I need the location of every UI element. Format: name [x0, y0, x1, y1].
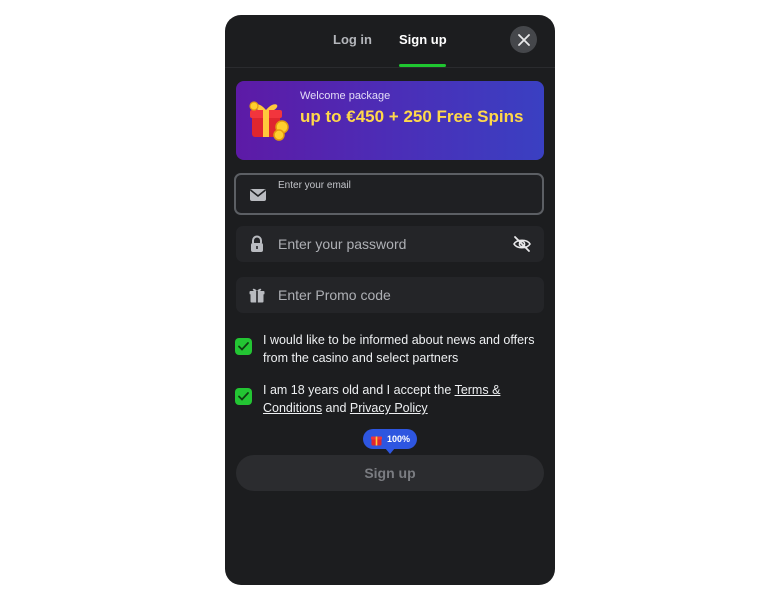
and-text: and: [322, 401, 350, 415]
password-field[interactable]: [236, 226, 544, 262]
welcome-banner[interactable]: Welcome package up to €450 + 250 Free Sp…: [236, 81, 544, 160]
tab-signup[interactable]: Sign up: [399, 32, 447, 47]
bonus-badge-text: 100%: [386, 434, 411, 444]
news-consent-row: I would like to be informed about news a…: [235, 331, 535, 367]
email-field[interactable]: Enter your email: [234, 173, 544, 215]
banner-headline: up to €450 + 250 Free Spins: [300, 107, 524, 126]
signup-submit-button[interactable]: Sign up: [236, 455, 544, 491]
signup-modal: Log in Sign up Welcome package up to €45…: [225, 15, 555, 585]
eye-off-icon[interactable]: [512, 234, 532, 254]
gift-icon: [370, 436, 382, 445]
checkmark-icon: [238, 392, 249, 401]
close-button[interactable]: [510, 26, 537, 53]
email-input[interactable]: [278, 189, 488, 211]
news-consent-text: I would like to be informed about news a…: [263, 333, 535, 365]
lock-icon: [251, 235, 263, 252]
promo-field[interactable]: [236, 277, 544, 313]
news-consent-checkbox[interactable]: [235, 338, 252, 355]
age-consent-checkbox[interactable]: [235, 388, 252, 405]
age-consent-text: I am 18 years old and I accept the Terms…: [263, 381, 535, 417]
active-tab-indicator: [399, 64, 446, 67]
gift-icon: [249, 101, 289, 141]
privacy-link[interactable]: Privacy Policy: [350, 401, 428, 415]
age-consent-row: I am 18 years old and I accept the Terms…: [235, 381, 535, 417]
bonus-badge: 100%: [363, 429, 417, 454]
auth-tabs: Log in Sign up: [225, 15, 555, 68]
envelope-icon: [250, 189, 266, 201]
age-consent-prefix: I am 18 years old and I accept the: [263, 383, 455, 397]
promo-input[interactable]: [278, 277, 488, 313]
close-icon: [517, 33, 530, 46]
tab-login[interactable]: Log in: [333, 32, 372, 47]
password-input[interactable]: [278, 226, 488, 262]
checkmark-icon: [238, 342, 249, 351]
gift-box-icon: [249, 288, 265, 303]
banner-kicker: Welcome package: [300, 90, 391, 102]
